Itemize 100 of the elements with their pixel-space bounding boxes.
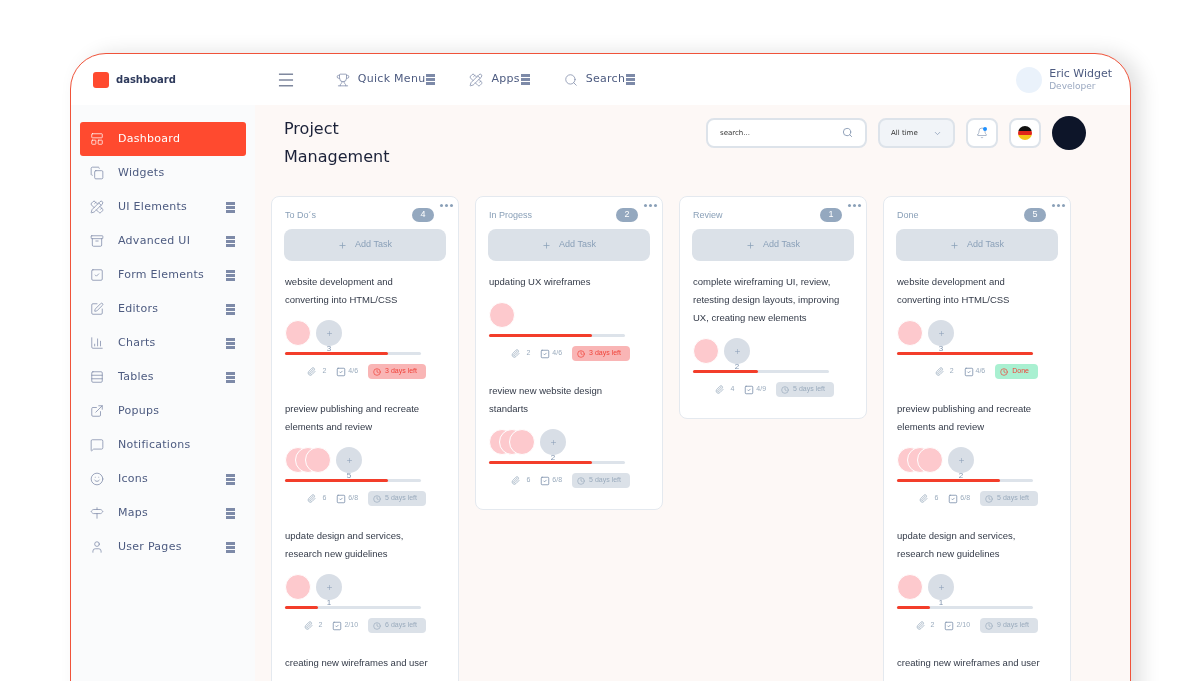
task-text: creating new wireframes and user — [897, 656, 1041, 670]
pencil-ruler-icon — [90, 200, 104, 214]
sidebar-item[interactable]: Maps — [80, 496, 246, 530]
checklist-icon — [944, 620, 955, 631]
plus-icon — [937, 329, 945, 337]
task-text: update design and services, research new guidelines — [897, 529, 1017, 561]
stack-icon — [226, 235, 235, 247]
archive-icon — [90, 234, 104, 248]
more-icon[interactable] — [848, 204, 861, 207]
smiley-icon — [90, 472, 104, 486]
stack-icon — [226, 337, 235, 349]
add-member-button[interactable] — [928, 320, 954, 346]
sidebar-item[interactable]: Widgets — [80, 156, 246, 190]
user-role: Developer — [1049, 79, 1097, 92]
message-icon — [90, 438, 104, 452]
member-count: 1 — [938, 600, 944, 606]
column-title: Review — [693, 209, 723, 222]
sidebar-item[interactable]: Notifications — [80, 428, 246, 462]
stack-icon — [226, 201, 235, 213]
flag-icon — [1018, 126, 1032, 140]
add-member-button[interactable] — [724, 338, 750, 364]
paperclip-icon — [715, 385, 725, 394]
member-count: 3 — [938, 346, 944, 352]
paperclip-icon — [303, 621, 313, 630]
signpost-icon — [90, 506, 104, 520]
task-text: updating UX wireframes — [489, 275, 592, 289]
checklist-icon — [540, 475, 551, 486]
clock-icon — [577, 476, 586, 485]
layout-icon — [90, 132, 104, 146]
nav-menu-item[interactable]: Search — [563, 71, 636, 88]
sidebar-item[interactable]: Charts — [80, 326, 246, 360]
plus-icon — [957, 456, 965, 464]
checklist-icon — [336, 366, 347, 377]
task-text: preview publishing and recreate elements and review — [285, 402, 421, 434]
clock-icon — [985, 621, 994, 630]
notification-button[interactable] — [966, 118, 998, 148]
plus-icon — [746, 240, 756, 250]
external-link-icon — [90, 404, 104, 418]
language-button[interactable] — [1009, 118, 1041, 148]
plus-icon — [325, 329, 333, 337]
stack-icon — [226, 303, 235, 315]
add-member-button[interactable] — [336, 447, 362, 473]
pencil-ruler-icon — [469, 72, 484, 87]
page-title: Project Management — [284, 118, 391, 168]
sidebar-item[interactable]: Popups — [80, 394, 246, 428]
column-title: In Progess — [489, 209, 533, 222]
checklist-icon — [332, 620, 343, 631]
sidebar-item[interactable]: Icons — [80, 462, 246, 496]
sidebar-item[interactable]: UI Elements — [80, 190, 246, 224]
member-count: 2 — [734, 364, 740, 370]
paperclip-icon — [919, 494, 929, 503]
sidebar-item[interactable]: Tables — [80, 360, 246, 394]
add-member-button[interactable] — [316, 320, 342, 346]
task-text: review new website design standarts — [489, 384, 603, 416]
sidebar-item[interactable]: Editors — [80, 292, 246, 326]
paperclip-icon — [511, 476, 521, 485]
plus-icon — [549, 438, 557, 446]
plus-icon — [733, 347, 741, 355]
add-member-button[interactable] — [928, 574, 954, 600]
search-icon — [563, 72, 578, 87]
more-icon[interactable] — [644, 204, 657, 207]
member-count: 2 — [550, 455, 556, 461]
checklist-icon — [948, 493, 959, 504]
task-text: preview publishing and recreate elements and review — [897, 402, 1033, 434]
add-member-button[interactable] — [316, 574, 342, 600]
clock-icon — [985, 494, 994, 503]
add-member-button[interactable] — [540, 429, 566, 455]
stack-icon — [226, 371, 235, 383]
stack-icon — [626, 74, 636, 85]
clock-icon — [781, 385, 790, 394]
task-count: 5 — [1024, 208, 1046, 222]
add-member-button[interactable] — [948, 447, 974, 473]
plus-icon — [950, 240, 960, 250]
sidebar-item[interactable]: User Pages — [80, 530, 246, 564]
nav-menu-item[interactable]: Quick Menu — [335, 71, 436, 88]
stack-icon — [520, 74, 530, 85]
member-count: 2 — [958, 473, 964, 479]
logo-mark — [93, 71, 109, 88]
edit-icon — [90, 302, 104, 316]
user-icon — [90, 540, 104, 554]
checklist-icon — [963, 366, 974, 377]
more-icon[interactable] — [1052, 204, 1065, 207]
paperclip-icon — [915, 621, 925, 630]
more-icon[interactable] — [440, 204, 453, 207]
task-count: 1 — [820, 208, 842, 222]
stack-icon — [226, 473, 235, 485]
logo-text: dashboard — [116, 73, 176, 87]
checklist-icon — [540, 348, 551, 359]
sidebar-item[interactable]: Advanced UI — [80, 224, 246, 258]
user-name: Eric Widget — [1049, 67, 1112, 80]
sidebar-item[interactable]: Form Elements — [80, 258, 246, 292]
member-count: 5 — [346, 473, 352, 479]
task-count: 4 — [412, 208, 434, 222]
checklist-icon — [336, 493, 347, 504]
nav-menu-item[interactable]: Apps — [469, 71, 530, 88]
clock-icon — [373, 494, 382, 503]
task-text: website development and converting into HTML/CSS — [285, 275, 399, 307]
clock-icon — [1000, 367, 1009, 376]
search-icon — [842, 127, 853, 138]
profile-avatar[interactable] — [1052, 116, 1086, 150]
